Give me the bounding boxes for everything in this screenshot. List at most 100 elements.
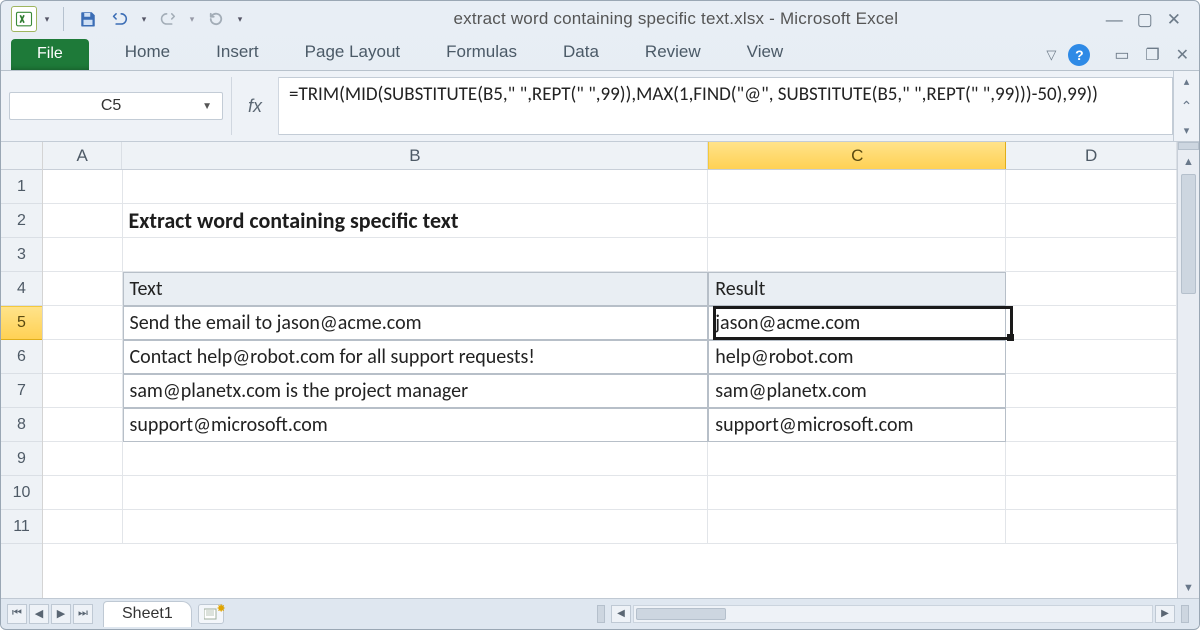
cell[interactable] (123, 510, 709, 544)
formula-bar-scroll-down-icon[interactable]: ▾ (1184, 124, 1190, 137)
name-box[interactable]: C5 ▼ (9, 92, 223, 120)
cell[interactable] (708, 442, 1006, 476)
wb-close-icon[interactable]: ✕ (1176, 47, 1189, 64)
cell[interactable] (43, 510, 123, 544)
redo-dropdown-icon[interactable]: ▾ (186, 14, 198, 25)
cell[interactable] (123, 442, 709, 476)
h-split-handle-right[interactable] (1181, 605, 1189, 623)
new-sheet-button[interactable]: ✸ (198, 604, 224, 624)
cell-header-result[interactable]: Result (708, 272, 1006, 306)
sheet-nav-prev-icon[interactable]: ◀ (29, 604, 49, 624)
cell[interactable] (1006, 510, 1177, 544)
app-menu-dropdown-icon[interactable]: ▾ (41, 14, 53, 25)
cell[interactable] (1006, 476, 1177, 510)
ribbon-minimize-icon[interactable]: ▽ (1046, 47, 1056, 63)
cell[interactable] (43, 238, 123, 272)
repeat-button[interactable] (202, 7, 230, 31)
row-header-7[interactable]: 7 (1, 374, 42, 408)
h-split-handle-left[interactable] (597, 605, 605, 623)
row-header-8[interactable]: 8 (1, 408, 42, 442)
redo-button[interactable] (154, 7, 182, 31)
cell[interactable] (1006, 170, 1177, 204)
h-scroll-thumb[interactable] (636, 608, 726, 620)
cell[interactable] (1006, 408, 1177, 442)
scroll-right-icon[interactable]: ▶ (1155, 605, 1175, 623)
cell[interactable] (43, 340, 123, 374)
cell[interactable] (708, 170, 1006, 204)
cell[interactable]: support@microsoft.com (708, 408, 1006, 442)
cell[interactable]: sam@planetx.com (708, 374, 1006, 408)
formula-input[interactable]: =TRIM(MID(SUBSTITUTE(B5," ",REPT(" ",99)… (279, 77, 1173, 135)
undo-dropdown-icon[interactable]: ▾ (138, 14, 150, 25)
tab-file[interactable]: File (11, 39, 89, 70)
name-box-dropdown-icon[interactable]: ▼ (202, 101, 212, 112)
row-header-1[interactable]: 1 (1, 170, 42, 204)
tab-review[interactable]: Review (633, 36, 713, 70)
cell[interactable] (43, 170, 123, 204)
col-header-c[interactable]: C (708, 142, 1006, 169)
cell[interactable]: support@microsoft.com (123, 408, 709, 442)
cell[interactable]: sam@planetx.com is the project manager (123, 374, 709, 408)
cell[interactable] (1006, 374, 1177, 408)
row-header-5[interactable]: 5 (1, 306, 42, 340)
maximize-icon[interactable]: ▢ (1137, 11, 1153, 28)
qat-customize-dropdown-icon[interactable]: ▾ (234, 14, 246, 25)
row-header-11[interactable]: 11 (1, 510, 42, 544)
sheet-tab-active[interactable]: Sheet1 (103, 601, 192, 627)
cell[interactable] (708, 510, 1006, 544)
col-header-b[interactable]: B (122, 142, 708, 169)
cell[interactable] (43, 306, 123, 340)
undo-button[interactable] (106, 7, 134, 31)
vertical-scrollbar[interactable]: ▲ ▼ (1177, 142, 1199, 598)
cell[interactable] (123, 170, 709, 204)
tab-home[interactable]: Home (113, 36, 182, 70)
cell[interactable]: help@robot.com (708, 340, 1006, 374)
cell[interactable] (708, 204, 1006, 238)
v-scroll-track[interactable] (1178, 172, 1199, 578)
excel-app-icon[interactable] (11, 6, 37, 32)
row-header-4[interactable]: 4 (1, 272, 42, 306)
horizontal-scrollbar[interactable]: ◀ ▶ (593, 605, 1193, 623)
tab-formulas[interactable]: Formulas (434, 36, 529, 70)
cell[interactable] (1006, 204, 1177, 238)
row-header-6[interactable]: 6 (1, 340, 42, 374)
col-header-a[interactable]: A (43, 142, 122, 169)
cell-title[interactable]: Extract word containing specific text (123, 204, 709, 238)
cell-grid[interactable]: Extract word containing specific text Te… (43, 170, 1177, 544)
wb-restore-icon[interactable]: ❐ (1145, 47, 1159, 64)
v-split-handle[interactable] (1178, 142, 1199, 150)
cell[interactable] (43, 204, 123, 238)
row-header-10[interactable]: 10 (1, 476, 42, 510)
select-all-corner[interactable] (1, 142, 42, 170)
cell[interactable] (43, 476, 123, 510)
cell[interactable] (708, 238, 1006, 272)
close-icon[interactable]: ✕ (1167, 11, 1181, 28)
row-header-9[interactable]: 9 (1, 442, 42, 476)
cell[interactable]: jason@acme.com (708, 306, 1006, 340)
cell[interactable] (1006, 306, 1177, 340)
cell[interactable] (43, 442, 123, 476)
row-header-3[interactable]: 3 (1, 238, 42, 272)
help-button[interactable]: ? (1068, 44, 1090, 66)
wb-minimize-icon[interactable]: ▭ (1114, 47, 1129, 64)
cell[interactable] (43, 408, 123, 442)
minimize-icon[interactable]: — (1106, 11, 1123, 28)
save-button[interactable] (74, 7, 102, 31)
row-header-2[interactable]: 2 (1, 204, 42, 238)
sheet-nav-last-icon[interactable]: ⏭ (73, 604, 93, 624)
scroll-down-icon[interactable]: ▼ (1178, 578, 1199, 598)
insert-function-button[interactable]: fx (231, 77, 279, 135)
col-header-d[interactable]: D (1006, 142, 1177, 169)
cell[interactable] (43, 272, 123, 306)
tab-insert[interactable]: Insert (204, 36, 271, 70)
formula-bar-collapse-icon[interactable]: ⌃ (1181, 98, 1193, 115)
scroll-left-icon[interactable]: ◀ (611, 605, 631, 623)
tab-view[interactable]: View (735, 36, 796, 70)
cell-header-text[interactable]: Text (123, 272, 709, 306)
formula-bar-scroll-up-icon[interactable]: ▴ (1184, 75, 1190, 88)
cell[interactable] (123, 238, 709, 272)
cell[interactable] (123, 476, 709, 510)
v-scroll-thumb[interactable] (1181, 174, 1196, 294)
scroll-up-icon[interactable]: ▲ (1178, 152, 1199, 172)
sheet-nav-first-icon[interactable]: ⏮ (7, 604, 27, 624)
